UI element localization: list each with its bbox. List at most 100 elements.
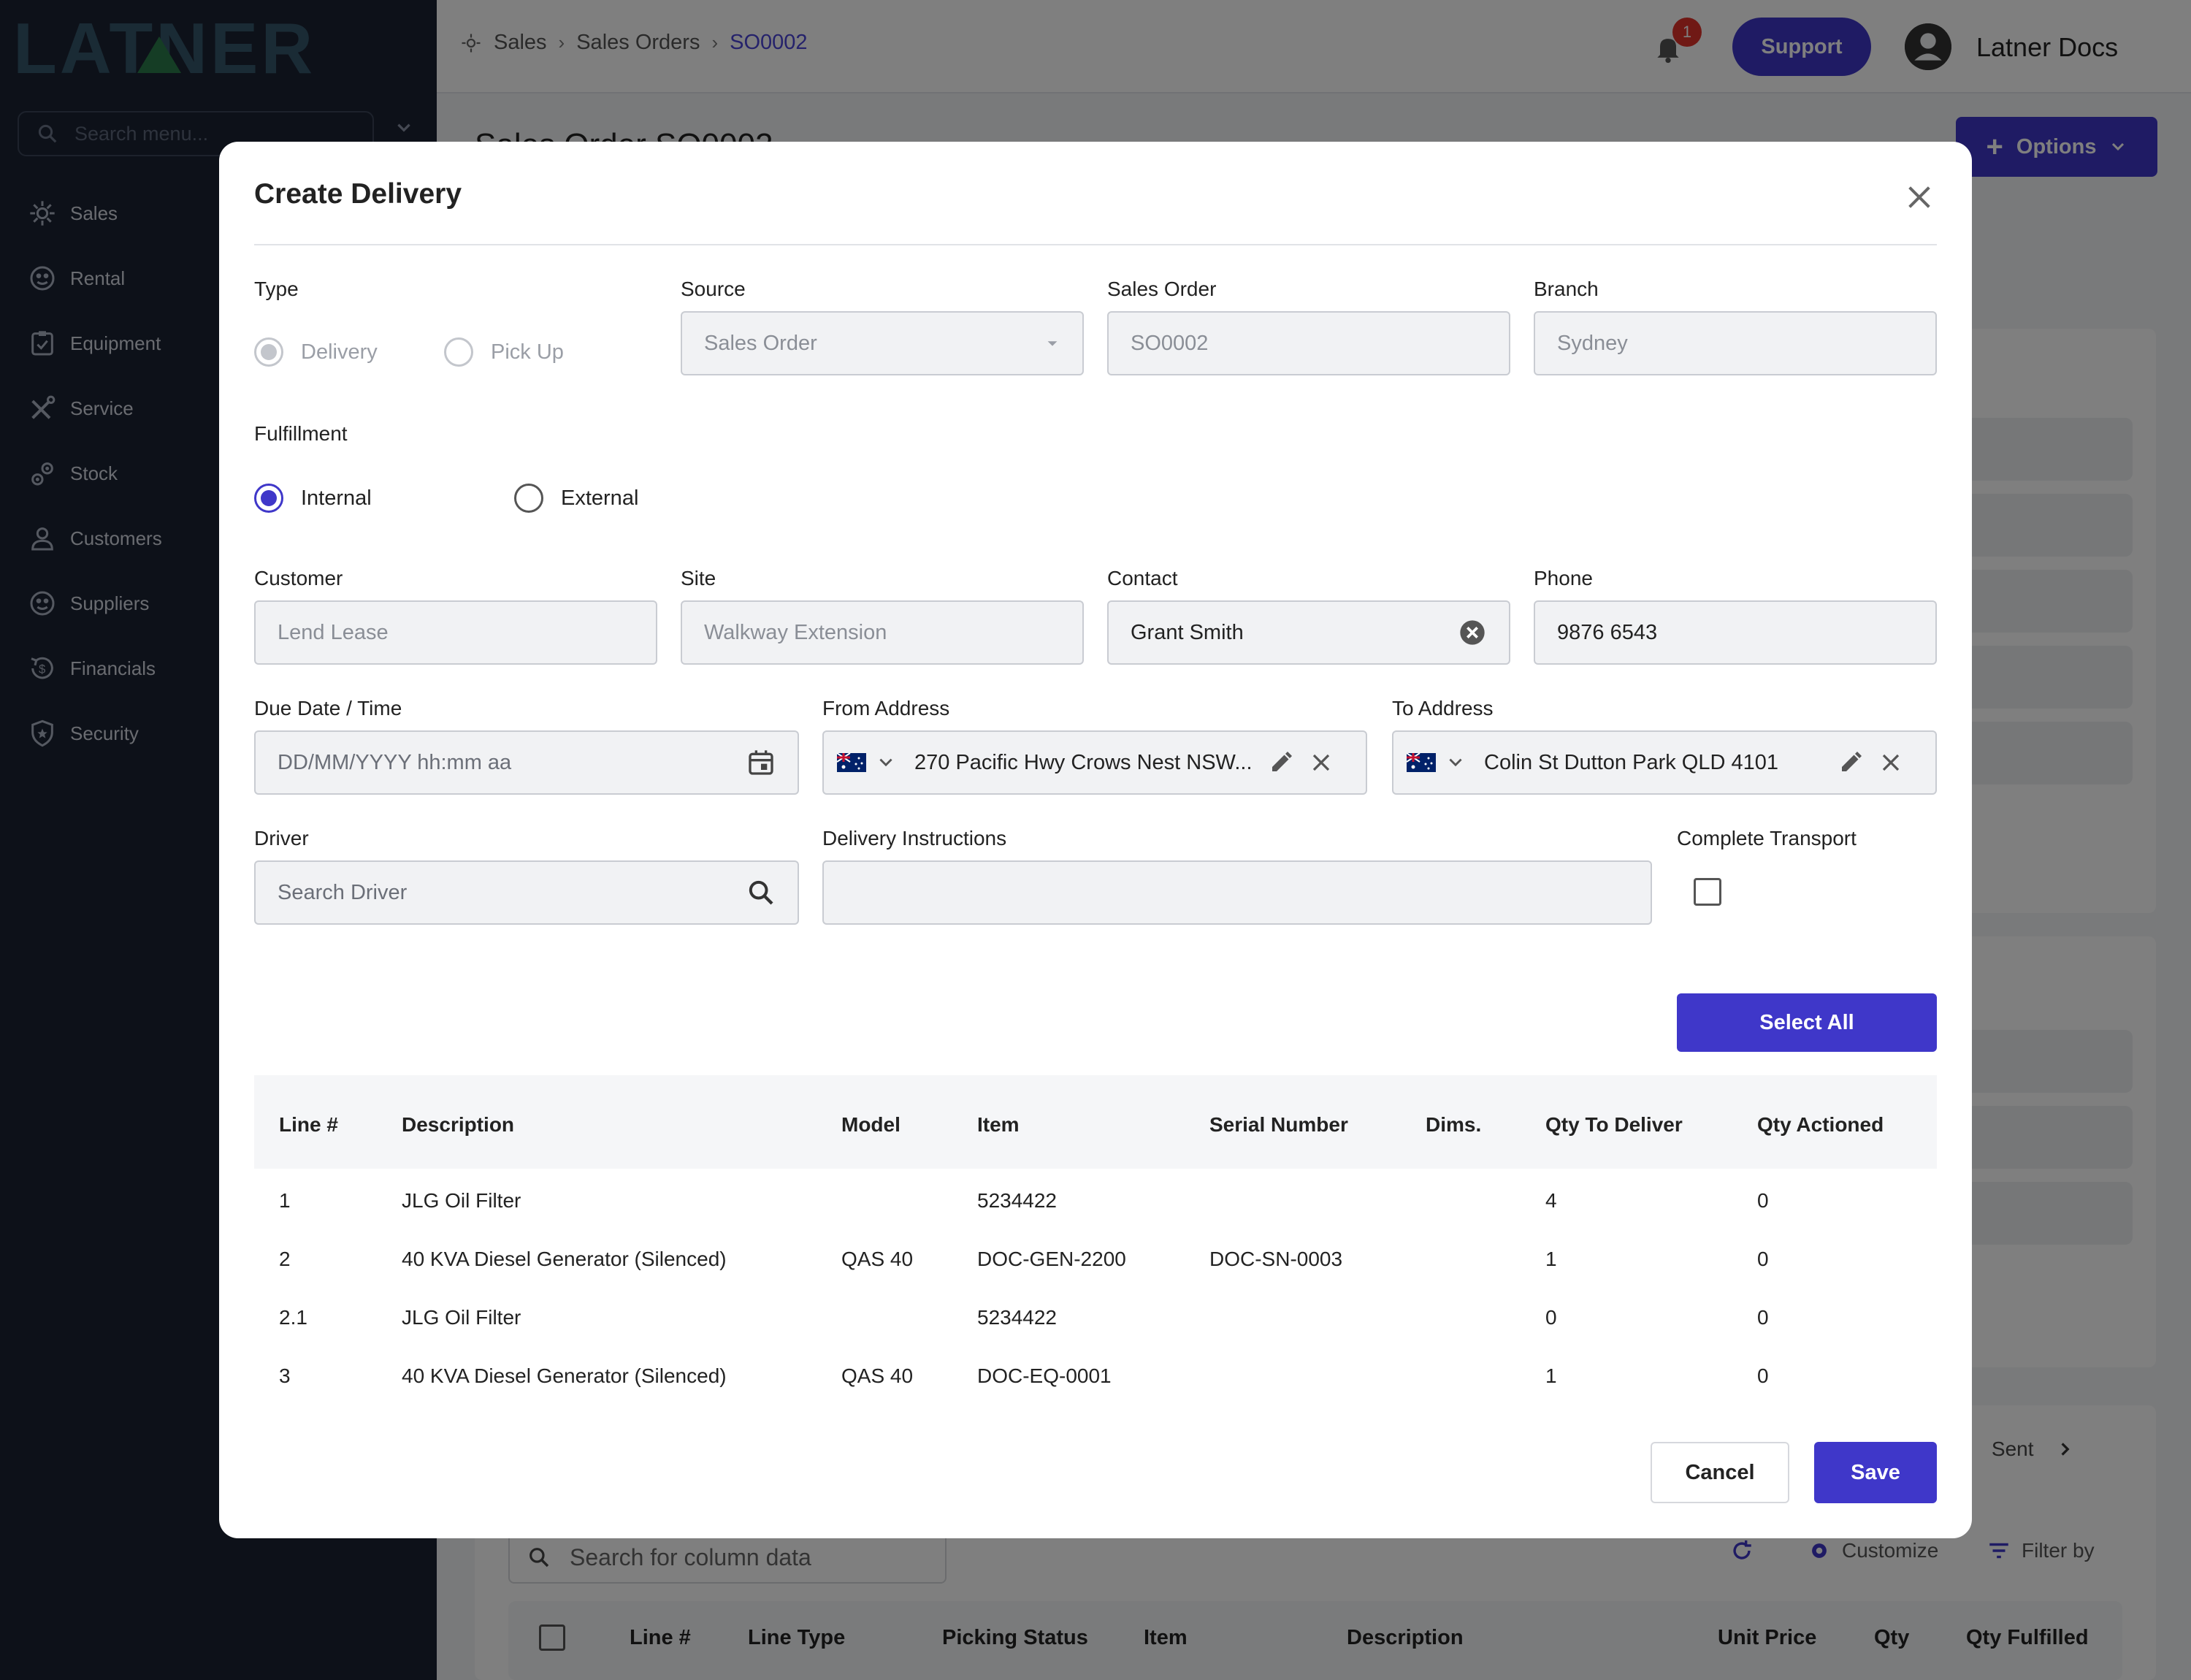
cell-item: DOC-GEN-2200 — [977, 1248, 1126, 1270]
column-header: Model — [841, 1113, 901, 1136]
save-button[interactable]: Save — [1814, 1442, 1937, 1503]
column-header: Dims. — [1426, 1113, 1482, 1136]
select-all-button[interactable]: Select All — [1677, 993, 1937, 1052]
australia-flag-icon[interactable] — [1407, 753, 1436, 772]
cell-description: JLG Oil Filter — [402, 1306, 521, 1329]
contact-label: Contact — [1107, 567, 1178, 589]
chevron-down-icon[interactable] — [1446, 753, 1465, 772]
phone-field[interactable]: 9876 6543 — [1534, 600, 1937, 665]
chevron-down-icon[interactable] — [876, 753, 895, 772]
radio-dot — [254, 337, 283, 367]
to-address-field[interactable]: Colin St Dutton Park QLD 4101 — [1392, 730, 1937, 795]
customer-field[interactable]: Lend Lease — [254, 600, 657, 665]
site-field[interactable]: Walkway Extension — [681, 600, 1084, 665]
radio-label: Pick Up — [491, 340, 564, 364]
close-icon[interactable] — [1905, 183, 1934, 212]
cell-qty-to-deliver[interactable]: 4 — [1545, 1189, 1557, 1213]
close-icon[interactable] — [1310, 752, 1332, 774]
cell-qty-to-deliver[interactable]: 1 — [1545, 1248, 1557, 1271]
phone-value: 9876 6543 — [1557, 620, 1658, 644]
branch-label: Branch — [1534, 278, 1599, 300]
edit-icon[interactable] — [1838, 749, 1864, 776]
radio-dot — [514, 484, 543, 513]
from-address-field[interactable]: 270 Pacific Hwy Crows Nest NSW... — [822, 730, 1367, 795]
close-icon[interactable] — [1880, 752, 1902, 774]
cell-qty-actioned: 0 — [1757, 1364, 1769, 1387]
cell-description: JLG Oil Filter — [402, 1189, 521, 1212]
cell-description: 40 KVA Diesel Generator (Silenced) — [402, 1364, 727, 1387]
cell-item: 5234422 — [977, 1306, 1058, 1329]
delivery-instructions-input[interactable] — [822, 860, 1652, 925]
calendar-icon[interactable] — [746, 748, 776, 777]
complete-transport-checkbox[interactable] — [1694, 878, 1721, 906]
to-address-label: To Address — [1392, 697, 1494, 719]
site-label: Site — [681, 567, 716, 589]
source-select[interactable]: Sales Order — [681, 311, 1084, 375]
cell-line: 3 — [279, 1364, 291, 1387]
cell-item: 5234422 — [977, 1189, 1058, 1212]
divider — [254, 244, 1937, 245]
radio-label: Internal — [301, 486, 372, 510]
driver-placeholder: Search Driver — [278, 880, 408, 904]
sales-order-label: Sales Order — [1107, 278, 1217, 300]
cell-description: 40 KVA Diesel Generator (Silenced) — [402, 1248, 727, 1270]
column-header: Qty To Deliver — [1545, 1113, 1683, 1136]
complete-transport-label: Complete Transport — [1677, 827, 1857, 849]
source-label: Source — [681, 278, 746, 300]
search-icon[interactable] — [746, 878, 776, 907]
clear-icon[interactable] — [1458, 618, 1487, 647]
due-date-label: Due Date / Time — [254, 697, 402, 719]
phone-label: Phone — [1534, 567, 1593, 589]
cell-serial: DOC-SN-0003 — [1209, 1248, 1343, 1270]
type-delivery-radio[interactable]: Delivery — [254, 337, 378, 367]
cell-line: 2.1 — [279, 1306, 307, 1329]
cell-qty-to-deliver[interactable]: 0 — [1545, 1306, 1557, 1329]
radio-label: External — [561, 486, 639, 510]
customer-label: Customer — [254, 567, 343, 589]
type-pickup-radio[interactable]: Pick Up — [444, 337, 564, 367]
customer-value: Lend Lease — [278, 620, 389, 644]
source-value: Sales Order — [704, 331, 817, 355]
due-date-placeholder: DD/MM/YYYY hh:mm aa — [278, 750, 512, 774]
cell-model: QAS 40 — [841, 1364, 914, 1387]
create-delivery-dialog: Create Delivery Type Delivery Pick Up So… — [219, 142, 1972, 1538]
radio-dot — [254, 484, 283, 513]
to-address-value: Colin St Dutton Park QLD 4101 — [1484, 750, 1778, 774]
cell-line: 1 — [279, 1189, 291, 1212]
radio-dot — [444, 337, 473, 367]
from-address-value: 270 Pacific Hwy Crows Nest NSW... — [914, 750, 1253, 774]
site-value: Walkway Extension — [704, 620, 887, 644]
column-header: Line # — [279, 1113, 338, 1136]
cancel-button[interactable]: Cancel — [1651, 1442, 1789, 1503]
from-address-label: From Address — [822, 697, 950, 719]
cell-qty-actioned: 0 — [1757, 1248, 1769, 1270]
sales-order-value: SO0002 — [1131, 331, 1209, 355]
branch-field[interactable]: Sydney — [1534, 311, 1937, 375]
cell-qty-actioned: 0 — [1757, 1306, 1769, 1329]
cell-qty-actioned: 0 — [1757, 1189, 1769, 1212]
dropdown-arrow-icon — [1047, 341, 1058, 346]
fulfillment-internal-radio[interactable]: Internal — [254, 484, 372, 513]
fulfillment-external-radio[interactable]: External — [514, 484, 638, 513]
australia-flag-icon[interactable] — [837, 753, 866, 772]
cell-qty-to-deliver[interactable]: 1 — [1545, 1364, 1557, 1388]
radio-label: Delivery — [301, 340, 378, 364]
column-header: Qty Actioned — [1757, 1113, 1884, 1136]
driver-search-input[interactable]: Search Driver — [254, 860, 799, 925]
delivery-instructions-label: Delivery Instructions — [822, 827, 1007, 849]
edit-icon[interactable] — [1268, 749, 1294, 776]
contact-field[interactable]: Grant Smith — [1107, 600, 1510, 665]
column-header: Item — [977, 1113, 1020, 1136]
cell-model: QAS 40 — [841, 1248, 914, 1270]
column-header: Description — [402, 1113, 515, 1136]
fulfillment-label: Fulfillment — [254, 422, 348, 445]
driver-label: Driver — [254, 827, 309, 849]
type-label: Type — [254, 278, 299, 300]
due-date-field[interactable]: DD/MM/YYYY hh:mm aa — [254, 730, 799, 795]
contact-value: Grant Smith — [1131, 620, 1244, 644]
column-header: Serial Number — [1209, 1113, 1348, 1136]
cell-item: DOC-EQ-0001 — [977, 1364, 1112, 1387]
cell-line: 2 — [279, 1248, 291, 1270]
sales-order-field[interactable]: SO0002 — [1107, 311, 1510, 375]
branch-value: Sydney — [1557, 331, 1628, 355]
